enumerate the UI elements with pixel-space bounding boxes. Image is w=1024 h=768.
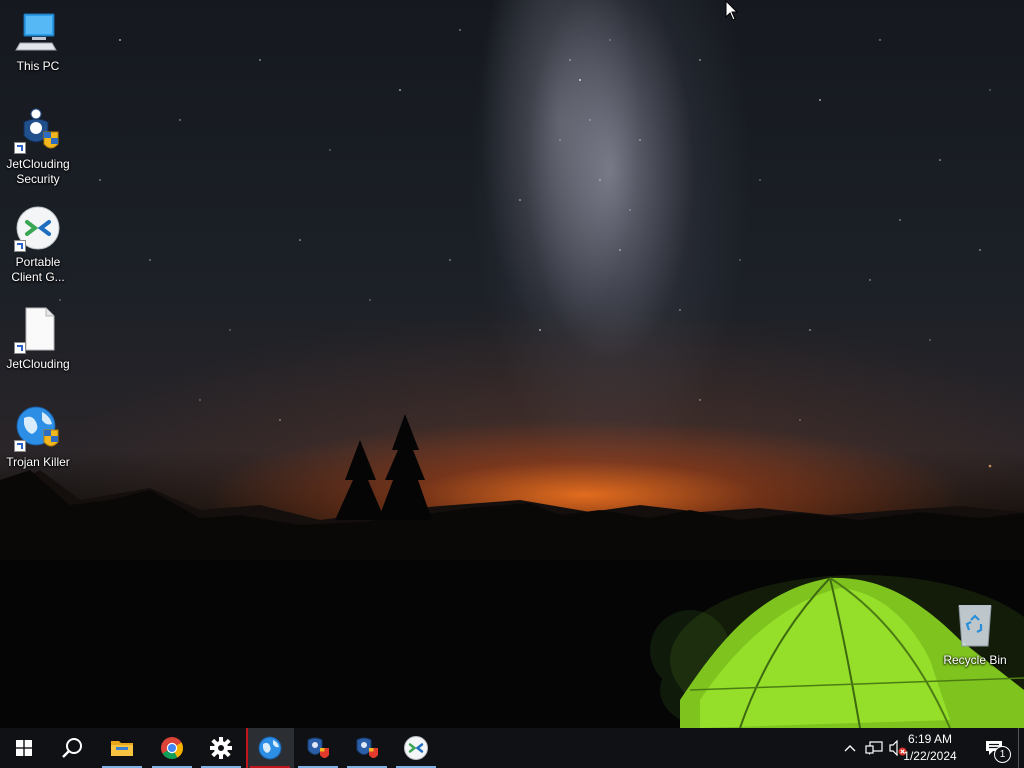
- taskbar-settings[interactable]: [197, 728, 245, 768]
- desktop-wallpaper: [0, 0, 1024, 728]
- start-button[interactable]: [0, 728, 48, 768]
- desktop-icon-label: Recycle Bin: [943, 653, 1007, 667]
- system-tray: 6:19 AM 1/22/2024 1: [824, 728, 1024, 768]
- taskbar-portable-client[interactable]: [392, 728, 440, 768]
- notification-count-badge: 1: [994, 746, 1011, 763]
- network-status-button[interactable]: [862, 728, 886, 768]
- desktop-icon-label: Trojan Killer: [6, 455, 70, 469]
- desktop-icon-this-pc[interactable]: This PC: [0, 8, 76, 74]
- network-icon: [865, 741, 883, 755]
- taskbar: 6:19 AM 1/22/2024 1: [0, 728, 1024, 768]
- taskbar-jetclouding-security[interactable]: [294, 728, 342, 768]
- search-icon: [62, 738, 82, 758]
- shortcut-arrow-icon: [14, 440, 26, 452]
- clock-time: 6:19 AM: [907, 732, 953, 746]
- globe-shield-icon: [14, 404, 62, 452]
- computer-icon: [14, 8, 62, 56]
- desktop-icon-jetclouding-security[interactable]: JetClouding Security: [0, 106, 76, 187]
- show-hidden-icons-button[interactable]: [838, 728, 862, 768]
- chrome-icon: [161, 737, 183, 759]
- desktop-icon-portable-client[interactable]: Portable Client G...: [0, 204, 76, 285]
- clock[interactable]: 6:19 AM 1/22/2024: [894, 731, 966, 765]
- taskbar-chrome[interactable]: [148, 728, 196, 768]
- action-center-button[interactable]: 1: [974, 728, 1014, 768]
- remote-client-icon: [404, 736, 428, 760]
- shortcut-arrow-icon: [14, 342, 26, 354]
- shortcut-arrow-icon: [14, 142, 26, 154]
- shield-icon: [307, 737, 329, 758]
- taskbar-trojan-killer[interactable]: [246, 728, 294, 768]
- windows-logo-icon: [16, 740, 32, 756]
- folder-icon: [111, 741, 133, 756]
- search-button[interactable]: [48, 728, 96, 768]
- remote-client-icon: [14, 204, 62, 252]
- recycle-bin-icon: [951, 602, 999, 650]
- shortcut-arrow-icon: [14, 240, 26, 252]
- wallpaper-scene: [0, 29, 1024, 728]
- show-desktop-button[interactable]: [1018, 728, 1024, 768]
- taskbar-file-explorer[interactable]: [98, 728, 146, 768]
- taskbar-jetclouding-security-2[interactable]: [343, 728, 391, 768]
- clock-date: 1/22/2024: [903, 749, 957, 763]
- desktop-icon-label: JetClouding Security: [6, 157, 70, 186]
- blank-document-icon: [14, 306, 62, 354]
- globe-shield-icon: [258, 736, 282, 760]
- desktop-icon-label: This PC: [16, 59, 60, 73]
- mouse-cursor-icon: [725, 0, 739, 21]
- chevron-up-icon: [844, 745, 856, 752]
- shield-person-icon: [14, 106, 62, 154]
- gear-icon: [210, 737, 232, 759]
- desktop-icon-label: Portable Client G...: [11, 255, 65, 284]
- shield-icon: [356, 737, 378, 758]
- desktop-icon-label: JetClouding: [6, 357, 70, 371]
- desktop-icon-trojan-killer[interactable]: Trojan Killer: [0, 404, 76, 470]
- desktop-icon-jetclouding[interactable]: JetClouding: [0, 306, 76, 372]
- desktop-icon-recycle-bin[interactable]: Recycle Bin: [937, 602, 1013, 668]
